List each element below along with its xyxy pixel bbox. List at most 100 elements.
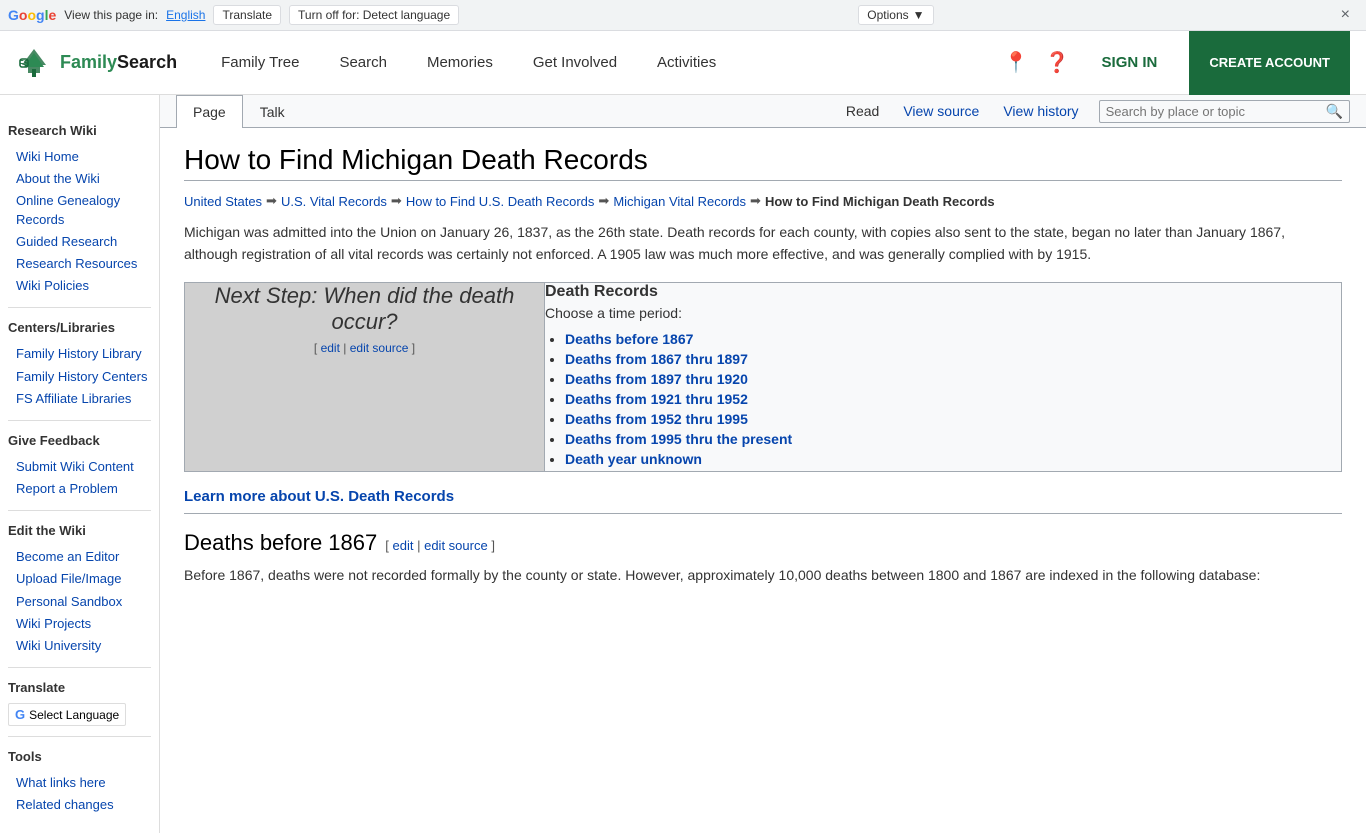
sidebar-item-upload-file[interactable]: Upload File/Image (8, 568, 151, 590)
section1-edit-link[interactable]: edit (393, 538, 414, 553)
sidebar-item-fhc[interactable]: Family History Centers (8, 366, 151, 388)
sidebar-item-research-resources[interactable]: Research Resources (8, 253, 151, 275)
translate-button[interactable]: Translate (213, 5, 281, 25)
info-table: Next Step: When did the death occur? [ e… (184, 282, 1342, 472)
list-item: Deaths from 1995 thru the present (565, 431, 1341, 447)
list-item: Deaths before 1867 (565, 331, 1341, 347)
familysearch-logo-icon: FS (16, 45, 52, 81)
sidebar-item-wiki-policies[interactable]: Wiki Policies (8, 275, 151, 297)
sidebar-section-tools: Tools (8, 749, 151, 764)
list-item: Deaths from 1897 thru 1920 (565, 371, 1341, 387)
section-divider-1 (184, 513, 1342, 514)
section1-edit-links: [ edit | edit source ] (385, 538, 495, 553)
search-icon[interactable]: 🔍 (1326, 103, 1343, 120)
tab-talk[interactable]: Talk (243, 95, 302, 128)
death-link-before-1867[interactable]: Deaths before 1867 (565, 331, 693, 347)
section1-body: Before 1867, deaths were not recorded fo… (184, 564, 1342, 586)
page-layout: Research Wiki Wiki Home About the Wiki O… (0, 95, 1366, 833)
translate-bar-view-text: View this page in: (64, 8, 158, 22)
translate-bar: Google View this page in: English Transl… (0, 0, 1366, 31)
breadcrumb-arrow-4: ➡ (750, 193, 761, 209)
action-read: Read (834, 95, 891, 127)
article-body: How to Find Michigan Death Records Unite… (160, 128, 1366, 602)
nav-activities[interactable]: Activities (637, 31, 736, 95)
death-link-1897-1920[interactable]: Deaths from 1897 thru 1920 (565, 371, 748, 387)
section1-heading: Deaths before 1867 [ edit | edit source … (184, 530, 1342, 556)
location-icon[interactable]: 📍 (1004, 50, 1029, 75)
sidebar-item-wiki-projects[interactable]: Wiki Projects (8, 613, 151, 635)
select-language-button[interactable]: G Select Language (8, 703, 126, 726)
info-table-right: Death Records Choose a time period: Deat… (545, 282, 1342, 471)
list-item: Deaths from 1952 thru 1995 (565, 411, 1341, 427)
section1-edit-source-link[interactable]: edit source (424, 538, 488, 553)
info-box-edit-link[interactable]: edit (321, 341, 340, 355)
sidebar-item-related-changes[interactable]: Related changes (8, 794, 151, 816)
sidebar-item-wiki-home[interactable]: Wiki Home (8, 146, 151, 168)
death-link-1995-present[interactable]: Deaths from 1995 thru the present (565, 431, 792, 447)
translate-language-link[interactable]: English (166, 8, 205, 22)
sign-in-button[interactable]: SIGN IN (1086, 46, 1174, 79)
svg-text:FS: FS (19, 59, 30, 68)
nav-memories[interactable]: Memories (407, 31, 513, 95)
breadcrumb-vital-records[interactable]: U.S. Vital Records (281, 194, 387, 209)
wiki-search-bar: 🔍 (1099, 100, 1350, 123)
breadcrumb-us-death[interactable]: How to Find U.S. Death Records (406, 194, 595, 209)
sidebar-item-guided-research[interactable]: Guided Research (8, 231, 151, 253)
death-link-1921-1952[interactable]: Deaths from 1921 thru 1952 (565, 391, 748, 407)
learn-more-link[interactable]: Learn more about U.S. Death Records (184, 488, 1342, 505)
breadcrumb-arrow-3: ➡ (598, 193, 609, 209)
sidebar-item-report-problem[interactable]: Report a Problem (8, 478, 151, 500)
article-title: How to Find Michigan Death Records (184, 144, 1342, 181)
sidebar-section-feedback: Give Feedback (8, 433, 151, 448)
list-item: Deaths from 1921 thru 1952 (565, 391, 1341, 407)
google-logo: Google (8, 7, 56, 23)
sidebar-item-fhl[interactable]: Family History Library (8, 343, 151, 365)
page-tab-actions: Read View source View history 🔍 (834, 95, 1350, 127)
sidebar-item-personal-sandbox[interactable]: Personal Sandbox (8, 591, 151, 613)
sidebar-item-about-wiki[interactable]: About the Wiki (8, 168, 151, 190)
logo-link[interactable]: FS FamilySearch (16, 45, 177, 81)
sidebar-section-centers: Centers/Libraries (8, 320, 151, 335)
list-item: Deaths from 1867 thru 1897 (565, 351, 1341, 367)
sidebar-item-submit-wiki[interactable]: Submit Wiki Content (8, 456, 151, 478)
sidebar-section-research-wiki: Research Wiki (8, 123, 151, 138)
main-header: FS FamilySearch Family Tree Search Memor… (0, 31, 1366, 95)
death-link-unknown[interactable]: Death year unknown (565, 451, 702, 467)
nav-family-tree[interactable]: Family Tree (201, 31, 319, 95)
sidebar-item-become-editor[interactable]: Become an Editor (8, 546, 151, 568)
next-step-text: Next Step: When did the death occur? (185, 283, 544, 335)
death-records-title: Death Records (545, 283, 1341, 301)
breadcrumb: United States ➡ U.S. Vital Records ➡ How… (184, 193, 1342, 209)
death-link-1952-1995[interactable]: Deaths from 1952 thru 1995 (565, 411, 748, 427)
breadcrumb-michigan-vital[interactable]: Michigan Vital Records (613, 194, 746, 209)
wiki-search-input[interactable] (1106, 104, 1326, 119)
tab-page[interactable]: Page (176, 95, 243, 128)
action-view-history[interactable]: View history (991, 95, 1090, 127)
breadcrumb-us[interactable]: United States (184, 194, 262, 209)
sidebar-item-wiki-university[interactable]: Wiki University (8, 635, 151, 657)
breadcrumb-arrow-2: ➡ (391, 193, 402, 209)
header-right: 📍 ❓ SIGN IN CREATE ACCOUNT (1004, 31, 1350, 95)
options-button[interactable]: Options ▼ (858, 5, 933, 25)
help-icon[interactable]: ❓ (1045, 50, 1070, 75)
sidebar-item-fs-affiliate[interactable]: FS Affiliate Libraries (8, 388, 151, 410)
sidebar: Research Wiki Wiki Home About the Wiki O… (0, 95, 160, 833)
sidebar-item-what-links[interactable]: What links here (8, 772, 151, 794)
close-translate-button[interactable]: × (1333, 4, 1358, 26)
nav-search[interactable]: Search (319, 31, 407, 95)
main-content: Page Talk Read View source View history … (160, 95, 1366, 833)
logo-text: FamilySearch (60, 52, 177, 73)
turn-off-button[interactable]: Turn off for: Detect language (289, 5, 459, 25)
action-view-source[interactable]: View source (891, 95, 991, 127)
sidebar-divider-3 (8, 510, 151, 511)
info-table-left: Next Step: When did the death occur? [ e… (185, 282, 545, 471)
sidebar-item-online-genealogy[interactable]: Online Genealogy Records (8, 190, 151, 230)
google-translate-section: G Select Language (8, 703, 151, 726)
sidebar-section-edit: Edit the Wiki (8, 523, 151, 538)
nav-get-involved[interactable]: Get Involved (513, 31, 637, 95)
info-box-edit-links: [ edit | edit source ] (185, 341, 544, 355)
create-account-button[interactable]: CREATE ACCOUNT (1189, 31, 1350, 95)
info-box-edit-source-link[interactable]: edit source (350, 341, 409, 355)
breadcrumb-current: How to Find Michigan Death Records (765, 194, 995, 209)
death-link-1867-1897[interactable]: Deaths from 1867 thru 1897 (565, 351, 748, 367)
